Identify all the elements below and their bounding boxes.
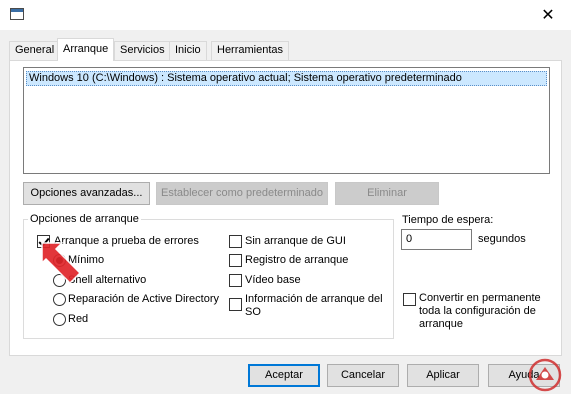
make-permanent-checkbox[interactable] (403, 293, 416, 306)
boot-log-label: Registro de arranque (245, 254, 349, 266)
set-default-button[interactable]: Establecer como predeterminado (156, 182, 328, 205)
timeout-unit-label: segundos (478, 233, 526, 245)
tab-inicio[interactable]: Inicio (169, 41, 207, 60)
minimal-radio[interactable] (53, 254, 66, 267)
delete-button[interactable]: Eliminar (335, 182, 439, 205)
tab-herramientas[interactable]: Herramientas (211, 41, 290, 60)
close-icon: ✕ (541, 7, 555, 24)
os-boot-info-label-line2: SO (245, 306, 261, 318)
make-permanent-label-line2: toda la configuración de (419, 305, 536, 317)
boot-entries-list[interactable]: Windows 10 (C:\Windows) : Sistema operat… (23, 67, 550, 174)
alternate-shell-radio[interactable] (53, 274, 66, 287)
network-label: Red (68, 313, 89, 325)
msconfig-window: ✕ General Arranque Servicios Inicio Herr… (0, 0, 571, 394)
no-gui-boot-label: Sin arranque de GUI (245, 235, 346, 247)
base-video-checkbox[interactable] (229, 274, 242, 287)
make-permanent-label-line3: arranque (419, 318, 464, 330)
cancel-button[interactable]: Cancelar (327, 364, 399, 387)
os-boot-info-label: Información de arranque del SO (245, 293, 383, 319)
title-bar: ✕ (0, 0, 571, 30)
tab-arranque[interactable]: Arranque (57, 38, 115, 61)
make-permanent-label: Convertir en permanente toda la configur… (419, 292, 541, 331)
timeout-input[interactable]: 0 (401, 229, 472, 250)
minimal-label: Mínimo (68, 254, 105, 266)
os-boot-info-checkbox[interactable] (229, 298, 242, 311)
ok-button[interactable]: Aceptar (248, 364, 320, 387)
ad-repair-radio[interactable] (53, 293, 66, 306)
boot-entry-windows10[interactable]: Windows 10 (C:\Windows) : Sistema operat… (26, 71, 547, 86)
logo-watermark-icon (528, 358, 562, 392)
make-permanent-label-line1: Convertir en permanente (419, 292, 541, 304)
alternate-shell-label: Shell alternativo (68, 274, 147, 286)
network-radio[interactable] (53, 313, 66, 326)
apply-button[interactable]: Aplicar (407, 364, 479, 387)
ad-repair-label: Reparación de Active Directory (68, 293, 220, 305)
tab-servicios[interactable]: Servicios (114, 41, 171, 60)
app-window-icon (10, 8, 24, 20)
boot-log-checkbox[interactable] (229, 254, 242, 267)
safe-boot-label: Arranque a prueba de errores (54, 235, 199, 247)
os-boot-info-label-line1: Información de arranque del (245, 293, 383, 305)
close-button[interactable]: ✕ (525, 0, 571, 30)
base-video-label: Vídeo base (245, 274, 301, 286)
safe-boot-checkbox[interactable] (37, 235, 50, 248)
advanced-options-button[interactable]: Opciones avanzadas... (23, 182, 150, 205)
boot-options-legend: Opciones de arranque (28, 213, 141, 225)
no-gui-boot-checkbox[interactable] (229, 235, 242, 248)
timeout-label: Tiempo de espera: (402, 214, 494, 226)
tab-general[interactable]: General (9, 41, 61, 60)
